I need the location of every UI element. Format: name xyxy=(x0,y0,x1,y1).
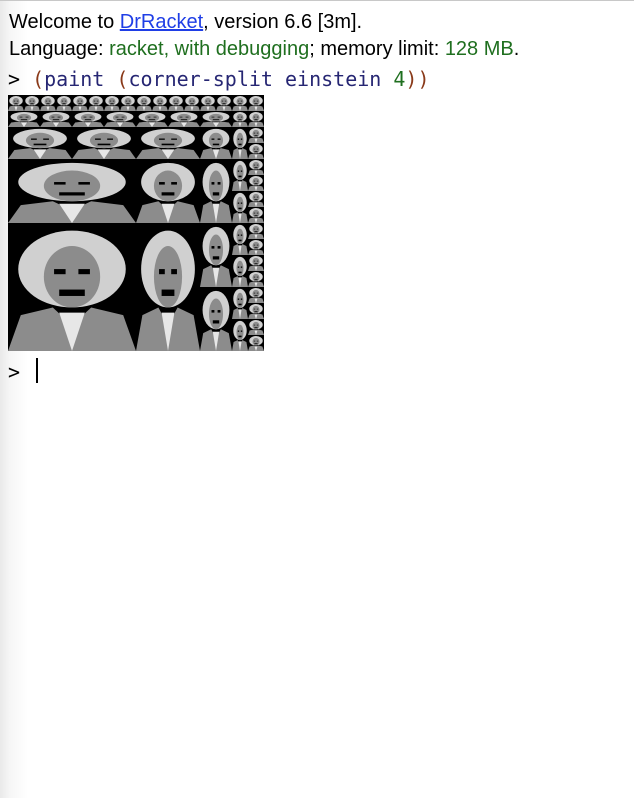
welcome-prefix: Welcome to xyxy=(9,11,120,33)
close-parens: )) xyxy=(405,67,430,91)
repl-input-line: > (paint (corner-split einstein 4)) xyxy=(8,67,430,91)
portrait-tile xyxy=(72,95,88,111)
portrait-tile xyxy=(104,95,120,111)
portrait-tile xyxy=(248,143,264,159)
language-label: Language: xyxy=(9,38,110,60)
portrait-tile xyxy=(248,287,264,303)
repl-prompt-line: > xyxy=(8,360,20,384)
einstein-corner-split-image xyxy=(8,95,264,351)
portrait-tile xyxy=(232,255,248,287)
portrait-tile xyxy=(152,95,168,111)
portrait-tile xyxy=(232,95,248,111)
portrait-tile xyxy=(168,111,200,127)
portrait-tile xyxy=(8,223,136,351)
portrait-tile xyxy=(168,95,184,111)
portrait-tile xyxy=(8,111,40,127)
portrait-tile xyxy=(248,319,264,335)
welcome-line: Welcome to DrRacket, version 6.6 [3m]. xyxy=(9,10,362,34)
portrait-tile xyxy=(200,111,232,127)
portrait-tile xyxy=(200,95,216,111)
portrait-tile xyxy=(248,223,264,239)
portrait-tile xyxy=(232,127,248,159)
portrait-tile xyxy=(88,95,104,111)
portrait-tile xyxy=(8,95,24,111)
prompt-symbol: > xyxy=(8,67,21,91)
portrait-tile xyxy=(136,127,200,159)
portrait-tile xyxy=(248,159,264,175)
language-end: . xyxy=(513,38,520,60)
drracket-link[interactable]: DrRacket xyxy=(120,11,203,33)
portrait-tile xyxy=(136,159,200,223)
portrait-tile xyxy=(248,127,264,143)
portrait-tile xyxy=(248,207,264,223)
einstein-symbol: einstein xyxy=(285,67,382,91)
portrait-tile xyxy=(8,159,136,223)
portrait-tile xyxy=(232,223,248,255)
corner-split-symbol: corner-split xyxy=(128,67,273,91)
portrait-tile xyxy=(200,159,232,223)
portrait-tile xyxy=(248,95,264,111)
portrait-tile xyxy=(72,111,104,127)
portrait-tile xyxy=(40,111,72,127)
portrait-tile xyxy=(200,287,232,351)
portrait-tile xyxy=(232,159,248,191)
portrait-tile xyxy=(40,95,56,111)
portrait-tile xyxy=(248,271,264,287)
portrait-tile xyxy=(56,95,72,111)
language-value: racket, with debugging xyxy=(109,38,310,60)
einstein-image-canvas xyxy=(8,95,264,351)
portrait-tile xyxy=(248,111,264,127)
portrait-tile xyxy=(248,255,264,271)
portrait-tile xyxy=(248,191,264,207)
open-paren-2: ( xyxy=(116,67,129,91)
portrait-tile xyxy=(120,95,136,111)
prompt-symbol-2: > xyxy=(8,360,21,384)
text-cursor[interactable] xyxy=(36,358,38,383)
portrait-tile xyxy=(248,335,264,351)
memory-value: 128 MB xyxy=(444,38,514,60)
portrait-tile xyxy=(184,95,200,111)
portrait-tile xyxy=(216,95,232,111)
memory-label: ; memory limit: xyxy=(309,38,445,60)
portrait-tile xyxy=(248,175,264,191)
portrait-tile xyxy=(248,303,264,319)
portrait-tile xyxy=(232,111,248,127)
repl-pane[interactable]: Welcome to DrRacket, version 6.6 [3m]. L… xyxy=(0,0,634,798)
language-line: Language: racket, with debugging; memory… xyxy=(9,37,519,61)
portrait-tile xyxy=(200,127,232,159)
open-paren-1: ( xyxy=(32,67,45,91)
portrait-tile xyxy=(136,95,152,111)
portrait-tile xyxy=(136,111,168,127)
number-literal: 4 xyxy=(393,67,406,91)
portrait-tile xyxy=(232,319,248,351)
portrait-tile xyxy=(72,127,136,159)
portrait-tile xyxy=(104,111,136,127)
portrait-tile xyxy=(8,127,72,159)
portrait-tile xyxy=(232,287,248,319)
portrait-tile xyxy=(232,191,248,223)
portrait-tile xyxy=(200,223,232,287)
paint-symbol: paint xyxy=(44,67,105,91)
portrait-tile xyxy=(248,239,264,255)
portrait-tile xyxy=(136,223,200,351)
welcome-suffix: , version 6.6 [3m]. xyxy=(203,11,363,33)
portrait-tile xyxy=(24,95,40,111)
